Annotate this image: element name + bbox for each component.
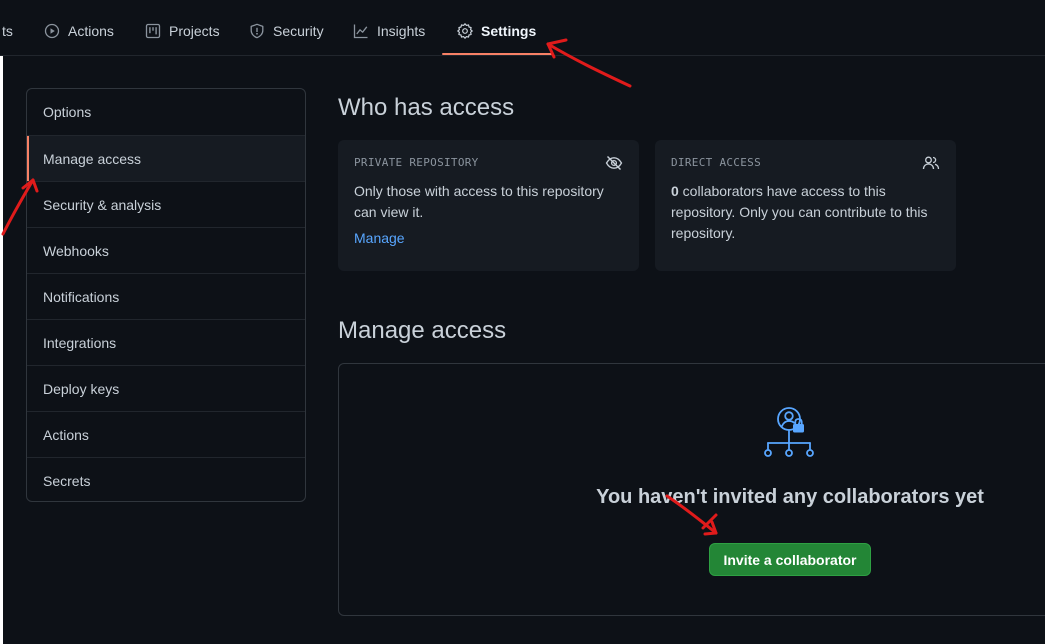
eye-closed-icon <box>605 154 623 172</box>
card-caption: DIRECT ACCESS <box>671 156 761 169</box>
tab-projects[interactable]: Projects <box>137 12 228 50</box>
graph-icon <box>353 23 369 39</box>
collaborator-count: 0 <box>671 183 679 199</box>
manage-access-panel: You haven't invited any collaborators ye… <box>338 363 1045 616</box>
direct-access-card: DIRECT ACCESS 0 collaborators have acces… <box>655 140 956 271</box>
sidebar-item-manage-access[interactable]: Manage access <box>27 135 305 181</box>
sidebar-item-label: Manage access <box>43 150 142 167</box>
sidebar-item-webhooks[interactable]: Webhooks <box>27 227 305 273</box>
people-icon <box>922 154 940 172</box>
manage-access-title: Manage access <box>338 317 507 344</box>
collaborators-lock-icon <box>763 406 819 462</box>
tab-insights[interactable]: Insights <box>345 12 433 50</box>
repo-nav: ts Actions Projects Security Insights Se… <box>0 0 1045 56</box>
sidebar-item-options[interactable]: Options <box>27 89 305 135</box>
sidebar-item-label: Notifications <box>43 288 120 305</box>
sidebar-item-integrations[interactable]: Integrations <box>27 319 305 365</box>
card-text: 0 collaborators have access to this repo… <box>671 181 940 244</box>
settings-sidebar: Options Manage access Security & analysi… <box>26 88 306 502</box>
empty-state-message: You haven't invited any collaborators ye… <box>596 486 984 508</box>
card-caption: PRIVATE REPOSITORY <box>354 156 479 169</box>
sidebar-item-label: Actions <box>43 426 89 443</box>
tab-security[interactable]: Security <box>241 12 332 50</box>
sidebar-item-label: Webhooks <box>43 242 109 259</box>
tab-insights-label: Insights <box>377 23 426 39</box>
sidebar-item-label: Security & analysis <box>43 196 162 213</box>
shield-icon <box>249 23 265 39</box>
direct-access-text: collaborators have access to this reposi… <box>671 183 928 241</box>
sidebar-item-notifications[interactable]: Notifications <box>27 273 305 319</box>
tab-actions-label: Actions <box>68 23 114 39</box>
private-repository-card: PRIVATE REPOSITORY Only those with acces… <box>338 140 639 271</box>
card-text: Only those with access to this repositor… <box>354 183 604 220</box>
tab-partial[interactable]: ts <box>0 12 21 50</box>
sidebar-item-label: Deploy keys <box>43 380 120 397</box>
tab-partial-label: ts <box>2 23 13 39</box>
sidebar-item-label: Options <box>43 104 92 120</box>
project-board-icon <box>145 23 161 39</box>
invite-collaborator-button[interactable]: Invite a collaborator <box>709 543 871 576</box>
sidebar-item-secrets[interactable]: Secrets <box>27 457 305 501</box>
sidebar-item-actions[interactable]: Actions <box>27 411 305 457</box>
who-has-access-title: Who has access <box>338 94 515 121</box>
sidebar-item-security-analysis[interactable]: Security & analysis <box>27 181 305 227</box>
gear-icon <box>457 23 473 39</box>
tab-settings[interactable]: Settings <box>449 12 544 50</box>
tab-security-label: Security <box>273 23 324 39</box>
manage-link[interactable]: Manage <box>354 230 405 246</box>
play-circle-icon <box>44 23 60 39</box>
tab-settings-label: Settings <box>481 23 537 39</box>
sidebar-item-deploy-keys[interactable]: Deploy keys <box>27 365 305 411</box>
sidebar-item-label: Integrations <box>43 334 117 351</box>
tab-actions[interactable]: Actions <box>36 12 122 50</box>
active-tab-indicator <box>442 53 553 55</box>
left-edge-strip <box>0 56 3 644</box>
sidebar-item-label: Secrets <box>43 472 91 489</box>
tab-projects-label: Projects <box>169 23 220 39</box>
